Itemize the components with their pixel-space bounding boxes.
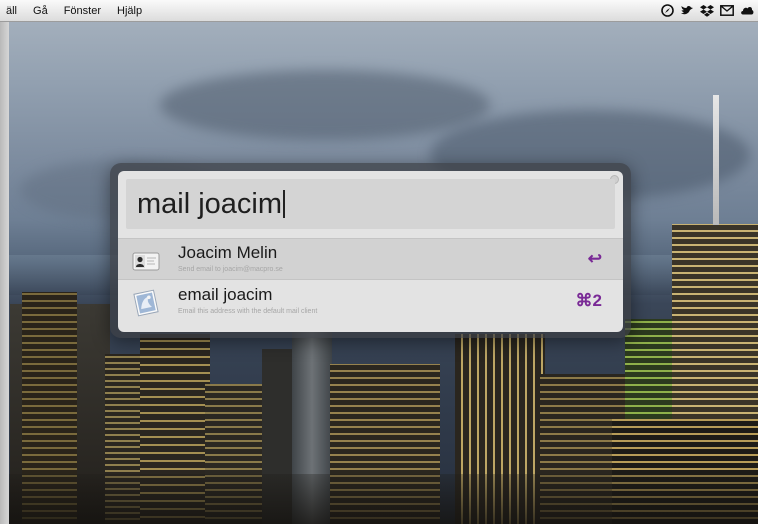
launcher-window: mail joacim Joacim Melin Send email to j… bbox=[110, 163, 631, 338]
mail-icon[interactable] bbox=[720, 3, 734, 17]
result-subtitle: Email this address with the default mail… bbox=[178, 308, 318, 315]
menu-item-fonster[interactable]: Fönster bbox=[56, 5, 109, 17]
contact-card-icon bbox=[132, 247, 160, 275]
return-key-shortcut: ↩ bbox=[587, 249, 602, 268]
result-item-email[interactable]: email joacim Email this address with the… bbox=[118, 281, 623, 323]
result-title: email joacim bbox=[178, 285, 273, 304]
result-title: Joacim Melin bbox=[178, 243, 278, 262]
menu-item-hjalp[interactable]: Hjälp bbox=[109, 5, 150, 17]
search-query-text: mail joacim bbox=[137, 187, 283, 220]
status-icons bbox=[660, 3, 754, 17]
text-caret bbox=[283, 190, 286, 218]
result-item-contact[interactable]: Joacim Melin Send email to joacim@macpro… bbox=[118, 238, 623, 280]
cloud-icon[interactable] bbox=[740, 3, 754, 17]
search-input[interactable]: mail joacim bbox=[126, 179, 615, 229]
menu-item-ga[interactable]: Gå bbox=[25, 5, 56, 17]
window-edge bbox=[0, 22, 9, 524]
result-subtitle: Send email to joacim@macpro.se bbox=[178, 266, 283, 273]
menu-item-arkiv[interactable]: äll bbox=[0, 5, 25, 17]
mail-stamp-icon bbox=[132, 289, 160, 317]
compass-icon[interactable] bbox=[660, 3, 674, 17]
menu-items: äll Gå Fönster Hjälp bbox=[0, 5, 150, 17]
launcher-panel: mail joacim Joacim Melin Send email to j… bbox=[118, 171, 623, 332]
menu-bar: äll Gå Fönster Hjälp bbox=[0, 0, 758, 22]
dropbox-icon[interactable] bbox=[700, 3, 714, 17]
bird-icon[interactable] bbox=[680, 3, 694, 17]
command-2-shortcut: ⌘2 bbox=[575, 291, 602, 310]
